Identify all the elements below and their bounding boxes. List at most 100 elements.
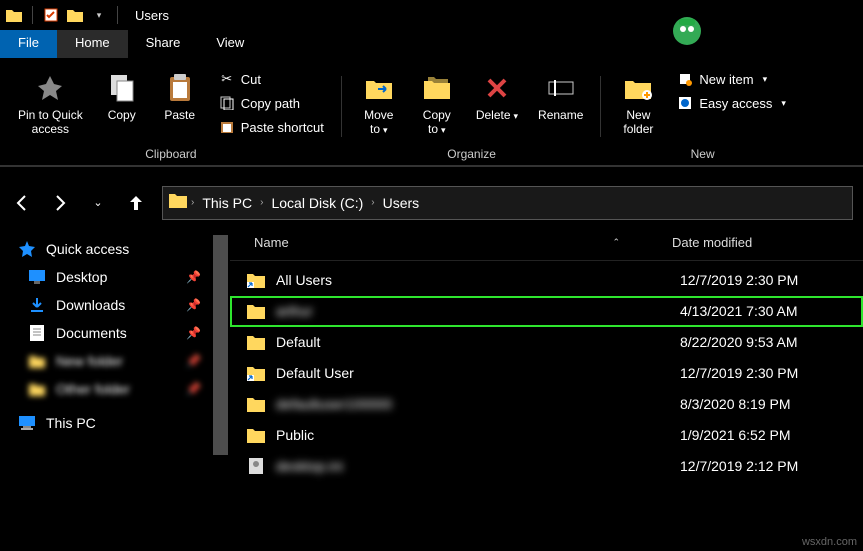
qat-dropdown-icon[interactable]: ▾ — [90, 6, 108, 24]
file-type-icon — [246, 363, 266, 383]
rename-icon — [545, 72, 577, 104]
quickaccess-folder-icon[interactable] — [66, 6, 84, 24]
pin-icon — [34, 72, 66, 104]
content-area: Quick access Desktop 📌 Downloads 📌 Docum… — [0, 225, 863, 526]
history-dropdown[interactable]: ⌄ — [86, 191, 110, 215]
sort-indicator-icon: ⌃ — [612, 237, 620, 248]
sidebar-scrollbar[interactable] — [212, 225, 229, 526]
ribbon: Pin to Quick access Copy Paste ✂Cut Copy… — [0, 58, 863, 167]
rename-button[interactable]: Rename — [532, 68, 589, 126]
breadcrumb-thispc[interactable]: This PC — [198, 193, 256, 213]
window-title: Users — [135, 8, 169, 23]
chevron-down-icon: ▾ — [514, 111, 519, 121]
watermark: wsxdn.com — [802, 536, 857, 548]
ribbon-group-label: Clipboard — [145, 141, 196, 165]
sidebar-thispc[interactable]: This PC — [0, 409, 229, 437]
copy-to-button[interactable]: Copy to▾ — [412, 68, 462, 141]
chevron-right-icon[interactable]: › — [191, 197, 194, 208]
breadcrumb-localdisk[interactable]: Local Disk (C:) — [267, 193, 367, 213]
desktop-icon — [28, 268, 46, 286]
copy-button[interactable]: Copy — [97, 68, 147, 126]
chevron-down-icon: ▾ — [763, 74, 768, 85]
paste-shortcut-button[interactable]: Paste shortcut — [213, 116, 330, 138]
app-folder-icon — [5, 6, 23, 24]
menu-view[interactable]: View — [198, 30, 262, 58]
file-name: arthur — [276, 303, 680, 319]
menu-share[interactable]: Share — [128, 30, 199, 58]
new-folder-button[interactable]: New folder — [613, 68, 663, 141]
file-name: All Users — [276, 272, 680, 288]
chevron-right-icon[interactable]: › — [371, 197, 374, 208]
file-date: 1/9/2021 6:52 PM — [680, 427, 791, 443]
chevron-right-icon[interactable]: › — [260, 197, 263, 208]
divider — [32, 6, 33, 24]
file-row[interactable]: Public1/9/2021 6:52 PM — [230, 420, 863, 451]
sidebar: Quick access Desktop 📌 Downloads 📌 Docum… — [0, 225, 230, 526]
breadcrumb-users[interactable]: Users — [379, 193, 424, 213]
moveto-icon — [363, 72, 395, 104]
sidebar-desktop[interactable]: Desktop 📌 — [0, 263, 229, 291]
scrollbar-thumb[interactable] — [213, 235, 228, 455]
star-icon — [18, 240, 36, 258]
file-date: 12/7/2019 2:12 PM — [680, 458, 798, 474]
sidebar-item[interactable]: New folder 📌 — [0, 347, 229, 375]
file-row[interactable]: All Users12/7/2019 2:30 PM — [230, 265, 863, 296]
column-name[interactable]: Name⌃ — [230, 235, 660, 250]
pc-icon — [18, 414, 36, 432]
column-date[interactable]: Date modified — [660, 235, 752, 250]
easyaccess-icon — [677, 95, 693, 111]
navbar: ⌄ › This PC › Local Disk (C:) › Users — [0, 181, 863, 225]
column-headers: Name⌃ Date modified — [230, 225, 863, 261]
scissors-icon: ✂ — [219, 71, 235, 87]
address-bar[interactable]: › This PC › Local Disk (C:) › Users — [162, 186, 853, 220]
address-folder-icon — [169, 192, 187, 213]
easy-access-button[interactable]: Easy access▾ — [671, 92, 792, 114]
menu-home[interactable]: Home — [57, 30, 128, 58]
file-row[interactable]: desktop.ini12/7/2019 2:12 PM — [230, 451, 863, 482]
copypath-icon — [219, 95, 235, 111]
properties-icon[interactable] — [42, 6, 60, 24]
pin-icon: 📌 — [186, 382, 201, 396]
up-button[interactable] — [124, 191, 148, 215]
back-button[interactable] — [10, 191, 34, 215]
chevron-down-icon: ▾ — [441, 125, 446, 135]
file-row[interactable]: defaultuser1000008/3/2020 8:19 PM — [230, 389, 863, 420]
file-row[interactable]: Default8/22/2020 9:53 AM — [230, 327, 863, 358]
sidebar-downloads[interactable]: Downloads 📌 — [0, 291, 229, 319]
delete-icon — [481, 72, 513, 104]
file-type-icon — [246, 425, 266, 445]
file-date: 12/7/2019 2:30 PM — [680, 365, 798, 381]
menu-file[interactable]: File — [0, 30, 57, 58]
file-date: 4/13/2021 7:30 AM — [680, 303, 798, 319]
file-list: All Users12/7/2019 2:30 PMarthur4/13/202… — [230, 261, 863, 482]
file-type-icon — [246, 394, 266, 414]
file-name: defaultuser100000 — [276, 396, 680, 412]
paste-button[interactable]: Paste — [155, 68, 205, 126]
copyto-icon — [421, 72, 453, 104]
new-item-button[interactable]: New item▾ — [671, 68, 792, 90]
sidebar-documents[interactable]: Documents 📌 — [0, 319, 229, 347]
file-type-icon — [246, 456, 266, 476]
cut-button[interactable]: ✂Cut — [213, 68, 330, 90]
file-type-icon — [246, 301, 266, 321]
copy-path-button[interactable]: Copy path — [213, 92, 330, 114]
documents-icon — [28, 324, 46, 342]
pin-to-quick-access-button[interactable]: Pin to Quick access — [12, 68, 89, 141]
file-date: 12/7/2019 2:30 PM — [680, 272, 798, 288]
file-row[interactable]: arthur4/13/2021 7:30 AM — [230, 296, 863, 327]
pasteshortcut-icon — [219, 119, 235, 135]
chevron-down-icon: ▾ — [383, 125, 388, 135]
delete-button[interactable]: Delete▾ — [470, 68, 524, 126]
ribbon-group-label: New — [691, 141, 715, 165]
newfolder-icon — [622, 72, 654, 104]
pin-icon: 📌 — [186, 326, 201, 340]
file-row[interactable]: Default User12/7/2019 2:30 PM — [230, 358, 863, 389]
menubar: File Home Share View — [0, 30, 863, 58]
folder-icon — [28, 380, 46, 398]
sidebar-item[interactable]: Other folder 📌 — [0, 375, 229, 403]
move-to-button[interactable]: Move to▾ — [354, 68, 404, 141]
folder-icon — [28, 352, 46, 370]
forward-button[interactable] — [48, 191, 72, 215]
sidebar-quick-access[interactable]: Quick access — [0, 235, 229, 263]
file-name: Default User — [276, 365, 680, 381]
